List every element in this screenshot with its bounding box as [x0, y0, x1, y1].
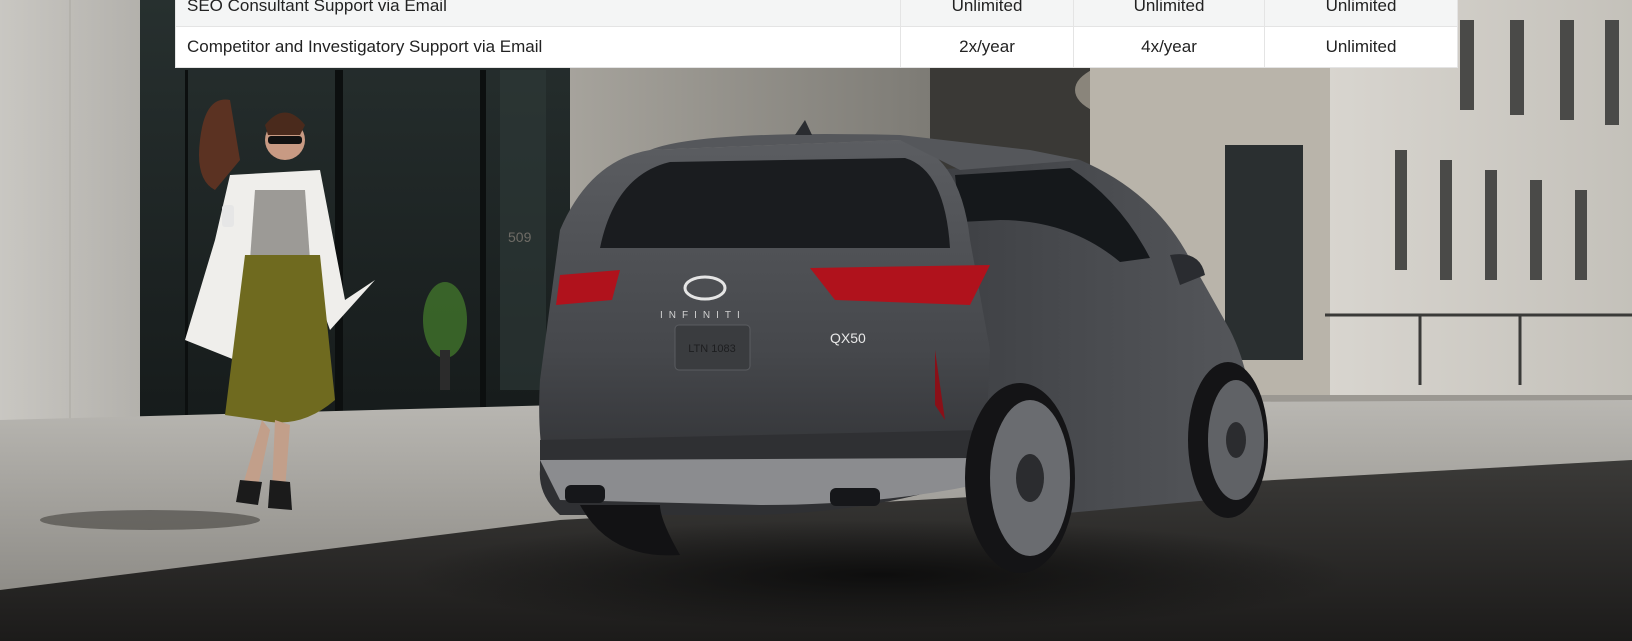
table-row: SEO Consultant Support via Email Unlimit… — [175, 0, 1458, 27]
plan-value: Unlimited — [1264, 0, 1458, 27]
features-comparison-table: SEO Consultant Support via Email Unlimit… — [175, 0, 1458, 68]
plan-value: Unlimited — [1264, 26, 1458, 68]
hero-image: 509 INFINITI QX50 LTN 1083 — [0, 0, 1632, 641]
model-badge: QX50 — [830, 330, 866, 346]
plan-value: Unlimited — [900, 0, 1074, 27]
plan-value: 2x/year — [900, 26, 1074, 68]
svg-text:INFINITI: INFINITI — [660, 310, 746, 321]
table-row: Competitor and Investigatory Support via… — [175, 26, 1458, 68]
feature-name: Competitor and Investigatory Support via… — [175, 26, 901, 68]
plan-value: 4x/year — [1073, 26, 1265, 68]
wall-number: 509 — [508, 229, 532, 245]
feature-name: SEO Consultant Support via Email — [175, 0, 901, 27]
hero-scene: 509 INFINITI QX50 LTN 1083 — [0, 0, 1632, 641]
plan-value: Unlimited — [1073, 0, 1265, 27]
license-plate: LTN 1083 — [688, 343, 736, 355]
